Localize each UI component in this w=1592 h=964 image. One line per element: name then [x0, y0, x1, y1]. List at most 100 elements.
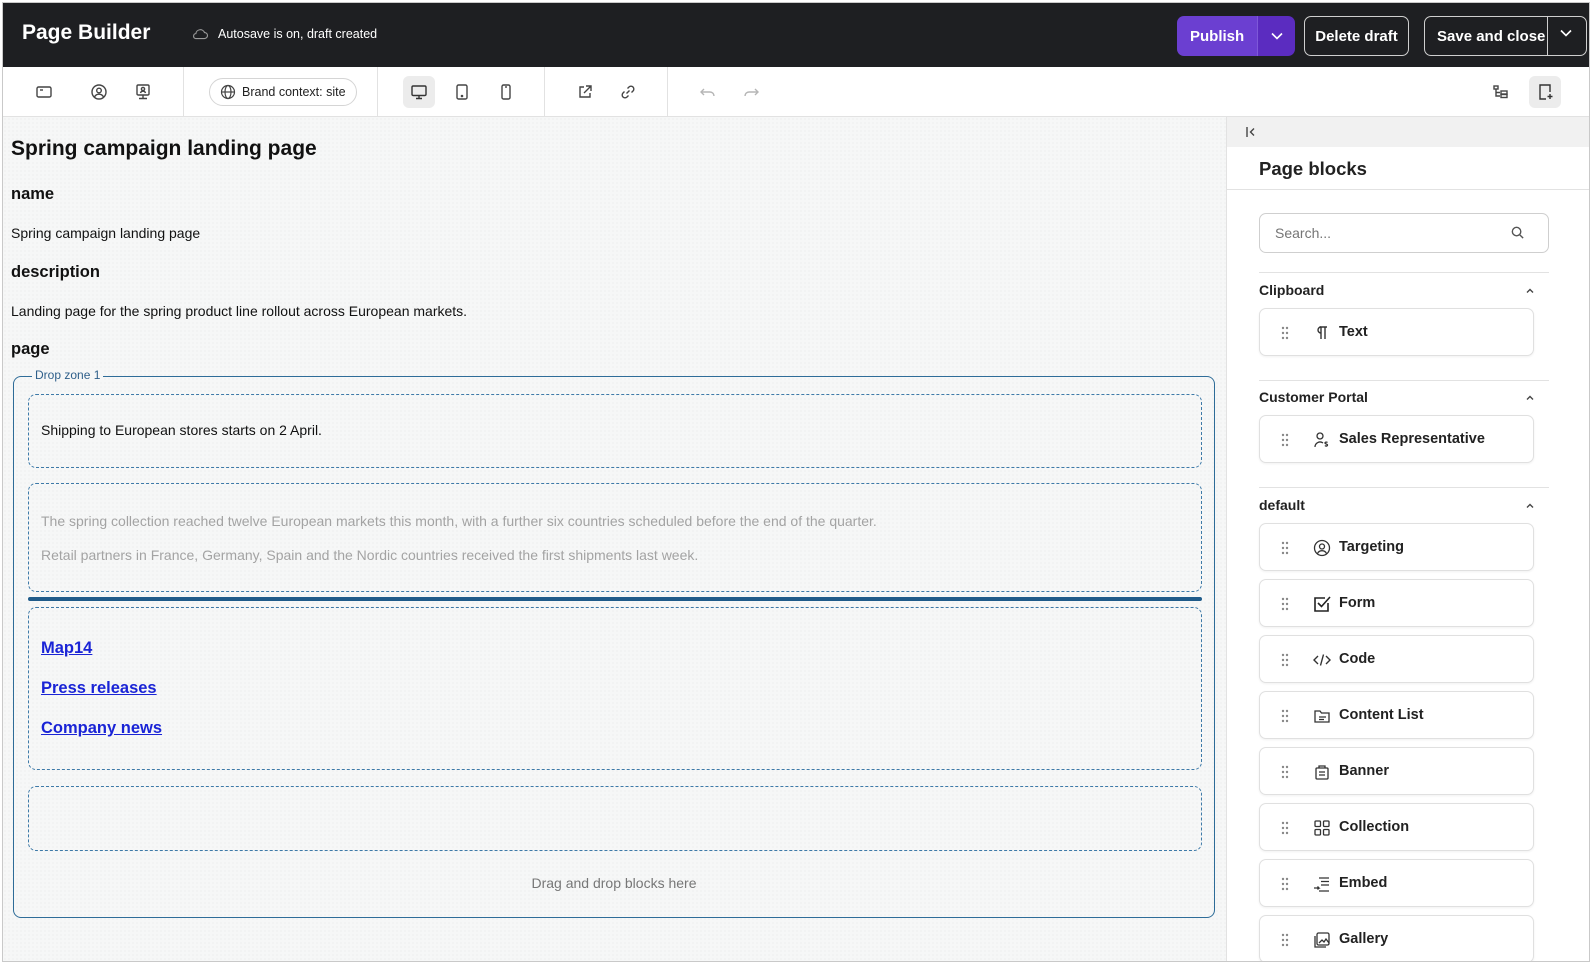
- checkbox-icon: [1314, 596, 1331, 612]
- publish-button[interactable]: Publish: [1177, 16, 1258, 56]
- structure-tree-icon[interactable]: [1489, 80, 1513, 104]
- link-item[interactable]: Press releases: [41, 679, 157, 698]
- drag-handle-icon[interactable]: [1280, 325, 1290, 341]
- drop-zone[interactable]: Drop zone 1 Shipping to European stores …: [13, 368, 1215, 918]
- autosave-status: Autosave is on, draft created: [191, 27, 377, 41]
- sidebar-toggle-icon[interactable]: [32, 80, 56, 104]
- user-monitor-icon[interactable]: [131, 80, 155, 104]
- redo-icon[interactable]: [739, 80, 763, 104]
- drag-handle-icon[interactable]: [1280, 876, 1290, 892]
- block-item-collection[interactable]: Collection: [1259, 803, 1534, 851]
- desktop-icon[interactable]: [407, 80, 431, 104]
- block-search-input[interactable]: [1259, 213, 1549, 253]
- panel-header-bar: [1227, 117, 1589, 147]
- block-item-code[interactable]: Code: [1259, 635, 1534, 683]
- drag-handle-icon[interactable]: [1280, 540, 1290, 556]
- block-label: Text: [1339, 324, 1368, 340]
- brand-context-label: Brand context: site: [242, 85, 346, 99]
- chevron-up-icon[interactable]: [1525, 393, 1535, 403]
- app-frame: Page Builder Autosave is on, draft creat…: [2, 2, 1590, 962]
- panel-title: Page blocks: [1259, 158, 1367, 179]
- delete-draft-button[interactable]: Delete draft: [1304, 16, 1409, 56]
- block-label: Sales Representative: [1339, 431, 1485, 447]
- tablet-icon[interactable]: [450, 80, 474, 104]
- description-heading: description: [11, 263, 100, 281]
- top-bar: Page Builder Autosave is on, draft creat…: [3, 3, 1589, 67]
- drag-handle-icon[interactable]: [1280, 596, 1290, 612]
- page-blocks-panel: Page blocks Clipboard Text Customer Port…: [1226, 117, 1589, 961]
- chevron-down-icon[interactable]: [1560, 29, 1572, 37]
- drag-handle-icon[interactable]: [1280, 932, 1290, 948]
- drag-handle-icon[interactable]: [1280, 764, 1290, 780]
- save-close-button[interactable]: Save and close: [1437, 28, 1545, 45]
- block-text: Shipping to European stores starts on 2 …: [41, 422, 322, 438]
- link-icon[interactable]: [616, 80, 640, 104]
- block-item-sales-representative[interactable]: Sales Representative: [1259, 415, 1534, 463]
- divider: [183, 67, 184, 117]
- cloud-icon: [193, 29, 208, 40]
- block-item-form[interactable]: Form: [1259, 579, 1534, 627]
- divider: [1227, 189, 1589, 190]
- editor-canvas: Spring campaign landing page name Spring…: [3, 117, 1226, 961]
- page-add-icon[interactable]: [1533, 80, 1557, 104]
- block-item-embed[interactable]: Embed: [1259, 859, 1534, 907]
- divider: [1259, 272, 1549, 273]
- collapse-panel-icon[interactable]: [1244, 125, 1258, 139]
- block-item-text[interactable]: Text: [1259, 308, 1534, 356]
- embed-icon: [1314, 877, 1329, 892]
- chevron-up-icon[interactable]: [1525, 286, 1535, 296]
- block-label: Collection: [1339, 819, 1410, 835]
- app-title: Page Builder: [22, 21, 151, 44]
- divider: [667, 67, 668, 117]
- user-circle-icon: [1313, 539, 1331, 557]
- block-label: Code: [1339, 651, 1376, 667]
- drop-zone-label: Drop zone 1: [32, 368, 104, 382]
- description-value[interactable]: Landing page for the spring product line…: [11, 303, 467, 319]
- name-heading: name: [11, 185, 55, 203]
- external-link-icon[interactable]: [573, 80, 597, 104]
- block-text-line: The spring collection reached twelve Eur…: [41, 513, 877, 529]
- search-icon: [1511, 226, 1524, 239]
- link-list-block[interactable]: Map14 Press releases Company news: [28, 607, 1202, 770]
- text-block[interactable]: The spring collection reached twelve Eur…: [28, 483, 1202, 592]
- section-header-clipboard[interactable]: Clipboard: [1259, 282, 1324, 298]
- publish-menu-button[interactable]: [1257, 16, 1296, 56]
- block-label: Targeting: [1339, 539, 1404, 555]
- chevron-up-icon[interactable]: [1525, 501, 1535, 511]
- link-item[interactable]: Company news: [41, 719, 162, 738]
- drag-handle-icon[interactable]: [1280, 652, 1290, 668]
- drag-handle-icon[interactable]: [1280, 708, 1290, 724]
- empty-block[interactable]: [28, 786, 1202, 851]
- text-block[interactable]: Shipping to European stores starts on 2 …: [28, 394, 1202, 468]
- block-label: Content List: [1339, 707, 1424, 723]
- section-header-customer-portal[interactable]: Customer Portal: [1259, 389, 1368, 405]
- drag-handle-icon[interactable]: [1280, 432, 1290, 448]
- code-icon: [1313, 654, 1331, 666]
- divider: [377, 67, 378, 117]
- user-circle-icon[interactable]: [87, 80, 111, 104]
- content-list-icon: [1314, 710, 1330, 723]
- link-item[interactable]: Map14: [41, 639, 92, 658]
- brand-context-selector[interactable]: Brand context: site: [209, 78, 357, 106]
- block-label: Banner: [1339, 763, 1389, 779]
- section-header-default[interactable]: default: [1259, 497, 1305, 513]
- undo-icon[interactable]: [696, 80, 720, 104]
- grid-icon: [1314, 820, 1330, 836]
- insertion-indicator: [28, 597, 1202, 601]
- block-item-gallery[interactable]: Gallery: [1259, 915, 1534, 961]
- mobile-icon[interactable]: [494, 80, 518, 104]
- drag-handle-icon[interactable]: [1280, 820, 1290, 836]
- autosave-text: Autosave is on, draft created: [218, 27, 378, 41]
- block-item-content-list[interactable]: Content List: [1259, 691, 1534, 739]
- block-label: Form: [1339, 595, 1376, 611]
- divider: [1547, 17, 1548, 55]
- block-label: Embed: [1339, 875, 1388, 891]
- block-item-banner[interactable]: Banner: [1259, 747, 1534, 795]
- save-close-group: Save and close: [1424, 16, 1587, 56]
- paragraph-icon: [1317, 326, 1327, 339]
- gallery-icon: [1314, 932, 1330, 948]
- name-value[interactable]: Spring campaign landing page: [11, 225, 200, 241]
- globe-icon: [220, 84, 236, 100]
- block-item-targeting[interactable]: Targeting: [1259, 523, 1534, 571]
- divider: [544, 67, 545, 117]
